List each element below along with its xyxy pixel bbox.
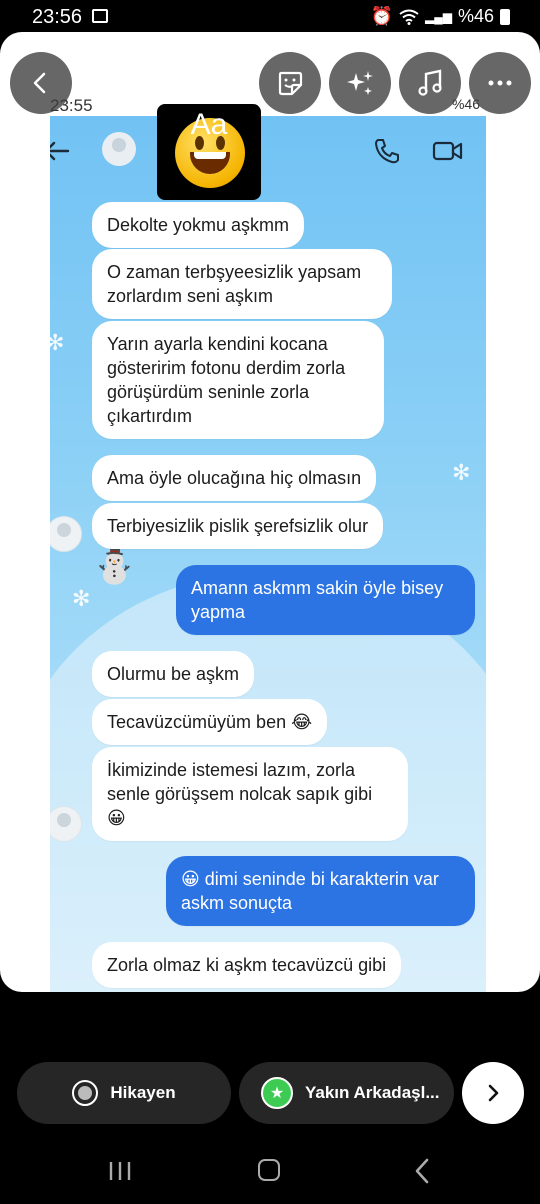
status-bar: 23:56 ⏰ ▂▄▆ %46 xyxy=(0,0,540,36)
share-to-story-button[interactable]: Hikayen xyxy=(17,1062,231,1124)
text-tool-label[interactable]: Aa xyxy=(157,108,261,142)
phone-icon xyxy=(375,139,399,164)
story-avatar-icon xyxy=(72,1080,99,1106)
message-incoming: Yarın ayarla kendini kocana gösteririm f… xyxy=(92,321,384,439)
close-friends-label: Yakın Arkadaşl... xyxy=(305,1083,440,1102)
message-incoming: Olurmu be aşkm xyxy=(92,651,255,697)
share-close-friends-button[interactable]: ★ Yakın Arkadaşl... xyxy=(239,1062,454,1124)
snowflake-icon: ✻ xyxy=(72,586,91,611)
contact-avatar xyxy=(102,132,136,166)
gallery-notification-icon xyxy=(92,9,108,23)
music-note-icon xyxy=(418,69,442,96)
effects-button[interactable] xyxy=(329,52,391,114)
alarm-icon: ⏰ xyxy=(370,6,393,26)
nav-back-icon[interactable] xyxy=(412,1158,432,1184)
message-incoming: O zaman terbşyeesizlik yapsam zorlardım … xyxy=(92,249,392,319)
message-incoming: Dekolte yokmu aşkmm xyxy=(92,202,305,248)
emoji-sticker[interactable]: Aa xyxy=(157,104,261,200)
back-arrow-icon xyxy=(50,141,70,161)
chat-header xyxy=(50,116,486,186)
star-icon: ★ xyxy=(261,1077,293,1109)
story-label: Hikayen xyxy=(110,1083,176,1102)
back-button[interactable] xyxy=(10,52,72,114)
message-incoming: Zorla olmaz ki aşkm tecavüzcü gibi xyxy=(92,942,402,988)
sparkles-icon xyxy=(347,71,373,95)
battery-percent: %46 xyxy=(457,6,494,26)
signal-icon: ▂▄▆ xyxy=(425,9,452,24)
sticker-button[interactable] xyxy=(259,52,321,114)
system-navigation-bar xyxy=(0,1140,540,1204)
status-right: ⏰ ▂▄▆ %46 xyxy=(371,6,510,27)
snowman-decoration: ⛄ xyxy=(92,544,137,585)
chat-screenshot: ⛄ ✻ ✻ ✻ 23:55 %46 Dekolte yokmu aşkmm O … xyxy=(50,90,486,992)
recent-apps-icon[interactable] xyxy=(108,1160,132,1182)
more-horizontal-icon xyxy=(488,80,512,86)
snowflake-icon: ✻ xyxy=(452,460,471,485)
snowflake-icon: ✻ xyxy=(50,330,65,355)
wifi-icon xyxy=(399,9,419,25)
message-outgoing: Amann askmm sakin öyle bisey yapma xyxy=(176,565,475,635)
message-incoming: Terbiyesizlik pislik şerefsizlik olur xyxy=(92,503,384,549)
battery-icon xyxy=(500,8,510,25)
chevron-right-icon xyxy=(488,1084,499,1102)
status-time: 23:56 xyxy=(32,6,83,28)
next-button[interactable] xyxy=(462,1062,524,1124)
message-incoming: Tecavüzcümüyüm ben 😂 xyxy=(92,699,328,745)
message-incoming: İkimizinde istemesi lazım, zorla senle g… xyxy=(92,747,408,841)
sender-avatar xyxy=(50,516,82,552)
chevron-left-icon xyxy=(33,72,46,94)
video-call-icon xyxy=(432,141,463,161)
message-outgoing: 😀 dimi seninde bi karakterin var askm so… xyxy=(166,856,475,926)
music-button[interactable] xyxy=(399,52,461,114)
sticker-icon xyxy=(278,71,303,96)
message-incoming: Ama öyle olucağına hiç olmasın xyxy=(92,455,377,501)
story-canvas[interactable]: ⛄ ✻ ✻ ✻ 23:55 %46 Dekolte yokmu aşkmm O … xyxy=(0,32,540,992)
home-icon[interactable] xyxy=(258,1159,280,1181)
more-button[interactable] xyxy=(469,52,531,114)
